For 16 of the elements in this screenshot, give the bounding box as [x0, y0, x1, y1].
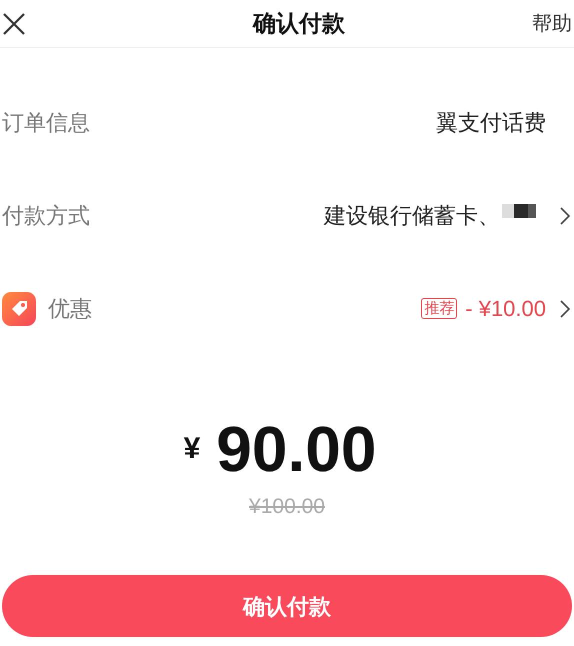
- payment-method-value[interactable]: 建设银行储蓄卡、: [324, 199, 500, 232]
- payment-amount: 90.00: [216, 417, 376, 481]
- help-link[interactable]: 帮助: [532, 8, 572, 38]
- currency-symbol: ¥: [184, 431, 200, 467]
- discount-amount: - ¥10.00: [465, 295, 546, 323]
- recommend-badge: 推荐: [421, 298, 458, 319]
- close-icon[interactable]: [2, 12, 26, 36]
- original-price: ¥100.00: [249, 494, 325, 520]
- order-info-value: 翼支付话费: [436, 109, 546, 137]
- row-label: 付款方式: [2, 202, 90, 230]
- row-label: 优惠: [48, 295, 92, 323]
- chevron-right-icon: [560, 300, 570, 318]
- redaction-mark: [502, 204, 536, 218]
- row-label: 订单信息: [2, 109, 90, 137]
- page-title: 确认付款: [253, 9, 345, 38]
- chevron-right-icon: [560, 206, 570, 224]
